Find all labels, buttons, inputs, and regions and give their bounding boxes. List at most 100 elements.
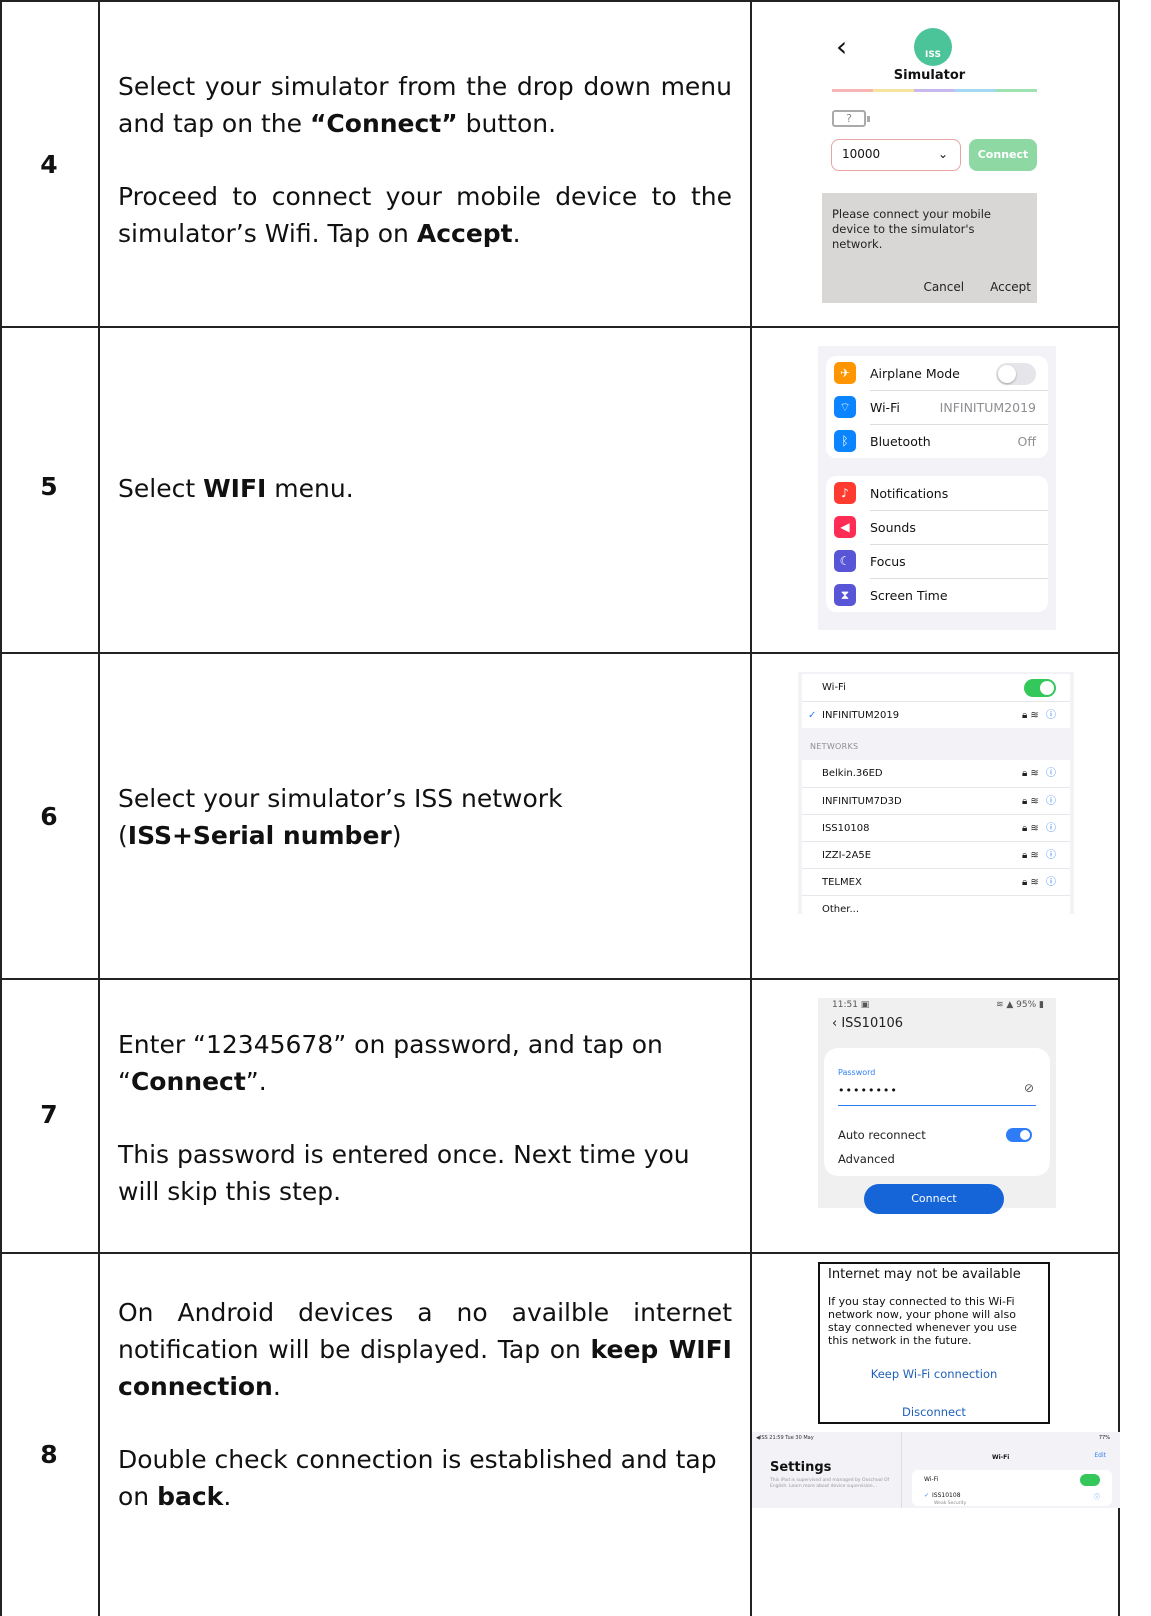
battery-icon: ? (832, 110, 870, 127)
settings-item-focus[interactable]: ☾ Focus (826, 544, 1048, 578)
supervision-note: This iPad is supervised and managed by O… (770, 1478, 890, 1489)
connect-dialog: Please connect your mobile device to the… (822, 193, 1037, 303)
settings-item-bluetooth[interactable]: ᛒ Bluetooth Off (826, 424, 1048, 458)
wifi-toggle-row[interactable]: Wi-Fi (802, 674, 1070, 701)
step-paragraph: Proceed to connect your mobile device to… (118, 182, 732, 248)
moon-icon: ☾ (834, 550, 856, 572)
advanced-option[interactable]: Advanced (838, 1152, 895, 1166)
bell-icon: ♪ (834, 482, 856, 504)
settings-item-screen-time[interactable]: ⧗ Screen Time (826, 578, 1048, 612)
settings-item-label: Sounds (870, 519, 916, 535)
wifi-toggle[interactable] (1024, 679, 1056, 697)
password-card: Password •••••••• ⊘ Auto reconnect Advan… (824, 1048, 1050, 1176)
connect-button[interactable]: Connect (864, 1184, 1004, 1214)
internet-notice-dialog: Internet may not be available If you sta… (818, 1262, 1050, 1424)
step-screenshot: ‹ ISS Simulator ? 10000 ⌄ Connect Please … (752, 0, 1120, 326)
step-number: 4 (40, 150, 58, 179)
network-meta: 🔒︎ ≋ ⓘ (1021, 850, 1056, 861)
info-icon[interactable]: ⓘ (1094, 1492, 1100, 1501)
info-icon[interactable]: ⓘ (1046, 796, 1056, 807)
step-text: Select your simulator from the drop down… (100, 68, 750, 252)
settings-item-airplane[interactable]: ✈ Airplane Mode (826, 356, 1048, 390)
settings-item-label: Notifications (870, 485, 949, 501)
airplane-toggle[interactable] (996, 363, 1036, 385)
network-item[interactable]: ISS10108 🔒︎ ≋ ⓘ (802, 814, 1070, 841)
chevron-left-icon[interactable]: ‹ (832, 1016, 841, 1031)
settings-title: Settings (770, 1460, 832, 1475)
cancel-button[interactable]: Cancel (923, 280, 964, 295)
simulator-app: ‹ ISS Simulator ? 10000 ⌄ Connect Please … (822, 0, 1037, 330)
network-item[interactable]: IZZI-2A5E 🔒︎ ≋ ⓘ (802, 841, 1070, 868)
hourglass-icon: ⧗ (834, 584, 856, 606)
connect-button[interactable]: Connect (969, 139, 1037, 171)
color-strip (832, 89, 1037, 92)
keep-wifi-button[interactable]: Keep Wi-Fi connection (820, 1368, 1048, 1381)
step-paragraph: (ISS+Serial number) (118, 821, 402, 850)
iss-logo: ISS (914, 28, 952, 66)
settings-item-notifications[interactable]: ♪ Notifications (826, 476, 1048, 510)
simulator-select[interactable]: 10000 ⌄ (831, 139, 961, 171)
settings-item-label: Airplane Mode (870, 365, 960, 381)
step-paragraph: Select your simulator’s ISS network (118, 784, 563, 813)
wifi-toggle[interactable] (1080, 1474, 1100, 1486)
step-row-7: 7 Enter “12345678” on password, and tap … (0, 978, 1120, 1252)
network-title: ‹ ISS10106 (832, 1016, 904, 1031)
network-item[interactable]: TELMEX 🔒︎ ≋ ⓘ (802, 868, 1070, 895)
ipad-battery: 77% (1098, 1435, 1110, 1441)
step-screenshot: Wi-Fi ✓ INFINITUM2019 🔒︎ ≋ ⓘ NETWORKS Belk… (752, 652, 1120, 978)
settings-item-label: Bluetooth (870, 433, 931, 449)
info-icon[interactable]: ⓘ (1046, 850, 1056, 861)
step-text: Enter “12345678” on password, and tap on… (100, 1026, 750, 1210)
ios-settings: ✈ Airplane Mode ⌔ Wi-Fi INFINITUM2019 ᛒ … (818, 346, 1056, 630)
step-text: Select WIFI menu. (100, 470, 750, 507)
ios-wifi-list: Wi-Fi ✓ INFINITUM2019 🔒︎ ≋ ⓘ NETWORKS Belk… (798, 672, 1074, 922)
password-label: Password (838, 1068, 876, 1077)
step-screenshot: Internet may not be available If you sta… (752, 1252, 1120, 1616)
settings-item-label: Wi-Fi (870, 399, 900, 415)
password-field[interactable]: •••••••• (838, 1084, 898, 1097)
ipad-wifi-header: Wi-Fi (992, 1454, 1010, 1461)
app-title: Simulator (893, 68, 966, 83)
eye-off-icon[interactable]: ⊘ (1024, 1081, 1034, 1095)
settings-item-value: Off (1017, 433, 1036, 449)
step-row-8: 8 On Android devices a no availble inter… (0, 1252, 1120, 1616)
ipad-wifi-card: Wi-Fi ✓ ISS10108 Weak Security ⓘ (912, 1470, 1112, 1506)
info-icon[interactable]: ⓘ (1046, 823, 1056, 834)
chevron-left-icon[interactable]: ‹ (836, 30, 847, 63)
edit-button[interactable]: Edit (1094, 1452, 1106, 1459)
settings-item-wifi[interactable]: ⌔ Wi-Fi INFINITUM2019 (826, 390, 1048, 424)
connected-network[interactable]: ✓ INFINITUM2019 🔒︎ ≋ ⓘ (802, 701, 1070, 728)
auto-reconnect-toggle[interactable] (1006, 1128, 1032, 1142)
notice-body: If you stay connected to this Wi-Fi netw… (828, 1295, 1017, 1347)
network-meta: 🔒︎ ≋ ⓘ (1021, 768, 1056, 779)
settings-item-label: Screen Time (870, 587, 948, 603)
checkmark-icon: ✓ (924, 1492, 930, 1499)
network-list: Belkin.36ED 🔒︎ ≋ ⓘ INFINITUM7D3D 🔒︎ ≋ ⓘ IS… (802, 760, 1070, 922)
info-icon[interactable]: ⓘ (1046, 877, 1056, 888)
settings-item-label: Focus (870, 553, 906, 569)
settings-item-value: INFINITUM2019 (939, 399, 1036, 415)
chevron-down-icon: ⌄ (937, 147, 948, 161)
settings-group: ♪ Notifications ◀ Sounds ☾ Focus ⧗ Scree… (826, 476, 1048, 612)
dialog-actions: Cancel Accept (923, 280, 1031, 295)
signal-icon: ≋ ▲ (995, 1000, 1017, 1010)
step-row-4: 4 Select your simulator from the drop do… (0, 0, 1120, 326)
network-item-other[interactable]: Other... (802, 895, 1070, 922)
connected-network[interactable]: ✓ ISS10108 Weak Security (924, 1492, 966, 1506)
disconnect-button[interactable]: Disconnect (820, 1406, 1048, 1419)
ipad-status: ◀ISS 21:59 Tue 30 May (756, 1435, 814, 1441)
step-row-6: 6 Select your simulator’s ISS network (I… (0, 652, 1120, 978)
info-icon[interactable]: ⓘ (1046, 710, 1056, 721)
network-item[interactable]: Belkin.36ED 🔒︎ ≋ ⓘ (802, 760, 1070, 787)
settings-group: ✈ Airplane Mode ⌔ Wi-Fi INFINITUM2019 ᛒ … (826, 356, 1048, 458)
step-number: 5 (40, 472, 58, 501)
settings-item-sounds[interactable]: ◀ Sounds (826, 510, 1048, 544)
info-icon[interactable]: ⓘ (1046, 768, 1056, 779)
step-paragraph: This password is entered once. Next time… (118, 1140, 690, 1206)
step-paragraph: Enter “12345678” on password, and tap on… (118, 1030, 663, 1096)
network-item[interactable]: INFINITUM7D3D 🔒︎ ≋ ⓘ (802, 787, 1070, 814)
accept-button[interactable]: Accept (990, 280, 1031, 295)
step-number: 8 (40, 1440, 58, 1469)
step-text: On Android devices a no availble interne… (100, 1294, 750, 1515)
step-row-5: 5 Select WIFI menu. ✈ Airplane Mode ⌔ Wi… (0, 326, 1120, 652)
